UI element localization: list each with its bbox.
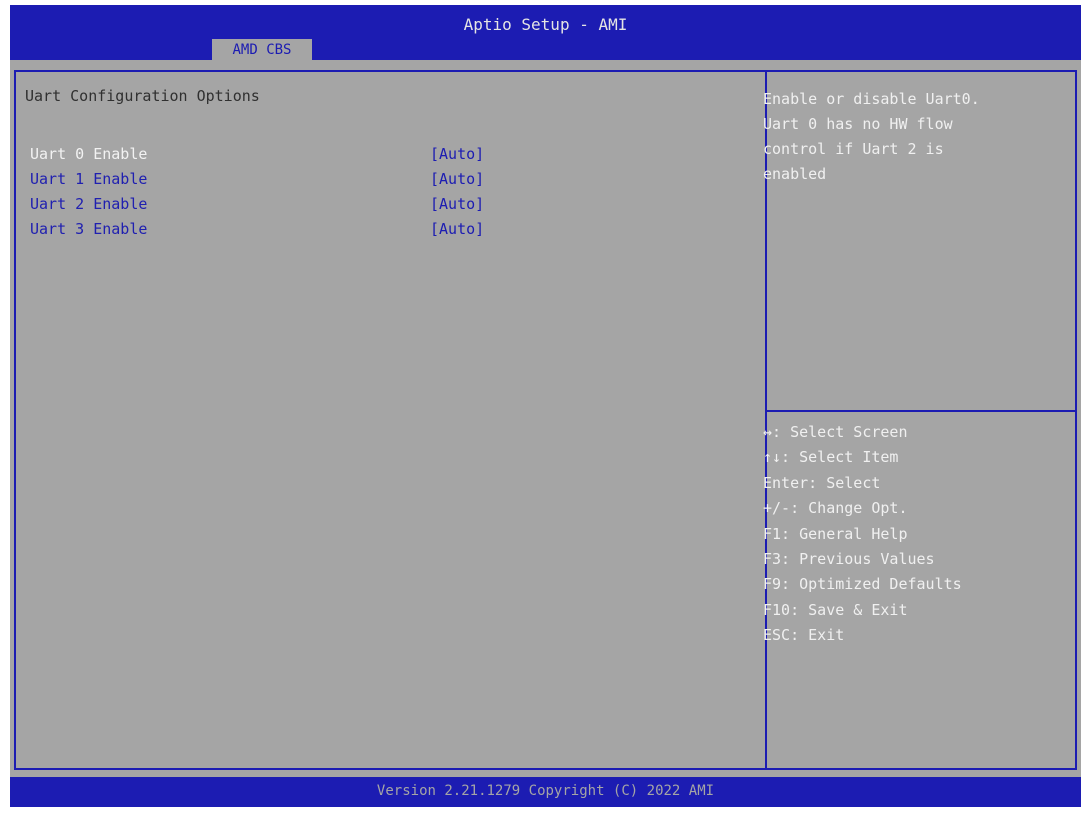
version-text: Version 2.21.1279 Copyright (C) 2022 AMI	[376, 783, 715, 799]
section-title: Uart Configuration Options	[25, 87, 260, 105]
help-line: Uart 0 has no HW flow	[763, 115, 953, 133]
key-select-item: ↑↓: Select Item	[763, 448, 899, 467]
option-label: Uart 2 Enable	[30, 195, 148, 213]
key-optimized-defaults: F9: Optimized Defaults	[763, 575, 962, 594]
help-line: enabled	[763, 165, 827, 183]
title-bar: Aptio Setup - AMI AMD CBS	[10, 5, 1081, 60]
option-label: Uart 1 Enable	[30, 170, 148, 188]
app-title: Aptio Setup - AMI	[463, 15, 628, 34]
key-save-exit: F10: Save & Exit	[763, 600, 908, 619]
help-line: control if Uart 2 is	[763, 140, 944, 158]
option-label: Uart 0 Enable	[30, 145, 148, 163]
key-general-help: F1: General Help	[763, 524, 908, 543]
option-value[interactable]: [Auto]	[430, 170, 484, 188]
help-text: Enable or disable Uart0. Uart 0 has no H…	[763, 87, 1063, 187]
option-value[interactable]: [Auto]	[430, 195, 484, 213]
key-select-screen: ↔: Select Screen	[763, 423, 908, 441]
option-label: Uart 3 Enable	[30, 220, 148, 238]
tab-amd-cbs[interactable]: AMD CBS	[212, 39, 312, 60]
help-divider	[767, 410, 1075, 412]
key-enter-select: Enter: Select	[763, 473, 881, 492]
help-line: Enable or disable Uart0.	[763, 90, 980, 108]
key-previous-values: F3: Previous Values	[763, 550, 935, 569]
key-legend: ↔: Select Screen ↑↓: Select Item Enter: …	[763, 420, 1063, 649]
option-value[interactable]: [Auto]	[430, 220, 484, 238]
key-esc-exit: ESC: Exit	[763, 626, 845, 645]
status-bar: Version 2.21.1279 Copyright (C) 2022 AMI	[10, 777, 1081, 807]
option-value[interactable]: [Auto]	[430, 145, 484, 163]
key-change-opt: +/-: Change Opt.	[763, 499, 908, 518]
